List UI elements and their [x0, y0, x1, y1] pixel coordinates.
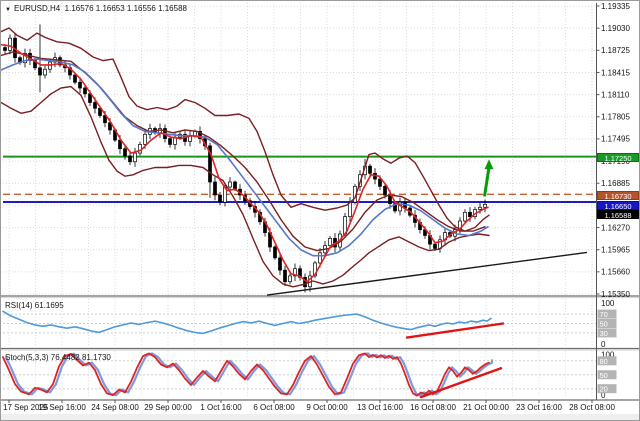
time-axis-label: 9 Oct 00:00 [306, 403, 347, 412]
price-badge-resistance: 1.17250 [597, 153, 639, 162]
time-axis-label: 16 Oct 08:00 [410, 403, 456, 412]
level-badge-text: 20 [600, 385, 608, 394]
price-badge-pivot: 1.16730 [597, 191, 639, 200]
price-levels [3, 157, 596, 202]
level-badge-text: 30 [600, 329, 608, 338]
grid [3, 3, 596, 398]
symbol-period-label: EURUSD,H4 [14, 4, 60, 13]
level-badge-text: 50 [600, 320, 608, 329]
price-axis-label: 1.19030 [601, 24, 630, 33]
rsi-panel [3, 311, 596, 337]
stoch-indicator-label: Stoch(5,3,3) 76.4482 81.1730 [5, 353, 111, 362]
time-axis-label: 13 Oct 16:00 [357, 403, 403, 412]
price-axis-label: 1.15660 [601, 268, 630, 277]
level-badge-text: 70 [600, 310, 608, 319]
price-axis-label: 1.18110 [601, 90, 630, 99]
price-axis-label: 1.15350 [601, 290, 630, 299]
price-badge-support: 1.16650 [597, 201, 639, 210]
up-arrow-icon [485, 167, 490, 196]
metatrader-chart-window: 1.19335 1.19030 1.18725 1.18415 1.18110 1.178… [0, 0, 640, 421]
time-axis-label: 23 Oct 16:00 [516, 403, 562, 412]
chevron-down-icon[interactable]: ▼ [5, 7, 11, 13]
price-axis-label: 1.18725 [601, 46, 630, 55]
time-axis-label: 21 Oct 00:00 [463, 403, 509, 412]
time-axis-label: 1 Oct 16:00 [200, 403, 241, 412]
price-axis-label: 1.17805 [601, 113, 630, 122]
price-axis-label: 1.18415 [601, 68, 630, 77]
time-axis-label: 24 Sep 08:00 [91, 403, 139, 412]
chart-symbol-title: ▼EURUSD,H4 1.16576 1.16653 1.16556 1.165… [5, 4, 187, 13]
price-axis-label: 1.16885 [601, 179, 630, 188]
price-axis-label: 1.16270 [601, 223, 630, 232]
level-badge-text: 50 [600, 371, 608, 380]
time-axis-label: 6 Oct 08:00 [253, 403, 294, 412]
price-axis-label: 1.19335 [601, 2, 630, 11]
rsi-indicator-label: RSI(14) 61.1695 [5, 301, 64, 310]
price-badge-last-price: 1.16588 [597, 210, 639, 219]
ohlc-values: 1.16576 1.16653 1.16556 1.16588 [65, 4, 187, 13]
scale-min-label: 0 [601, 340, 606, 349]
time-axis-label: 29 Sep 00:00 [144, 403, 192, 412]
price-axis-label: 1.17495 [601, 135, 630, 144]
time-axis-label: 19 Sep 16:00 [38, 403, 86, 412]
level-badge-text: 80 [600, 357, 608, 366]
price-axis-label: 1.15965 [601, 245, 630, 254]
time-axis-label: 28 Oct 08:00 [569, 403, 615, 412]
scale-max-label: 100 [601, 299, 615, 308]
